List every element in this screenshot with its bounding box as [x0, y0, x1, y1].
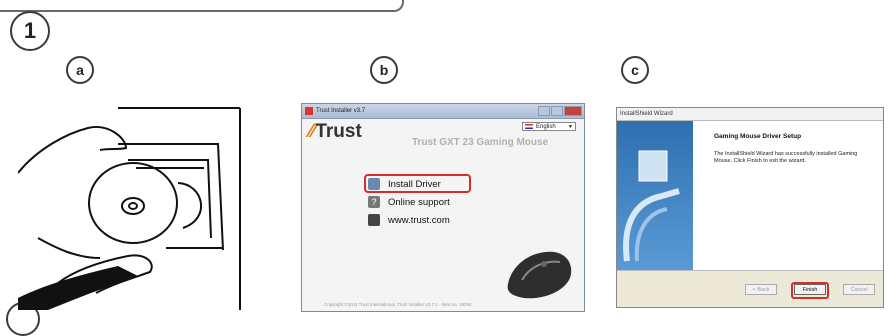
wizard-heading: Gaming Mouse Driver Setup: [714, 133, 802, 140]
wizard-message: The InstallShield Wizard has successfull…: [714, 151, 858, 164]
close-icon[interactable]: [564, 106, 582, 116]
trust-installer-window: Trust Installer v3.7 English ▼ ⁄⁄Trust T…: [301, 103, 585, 312]
window-controls: [538, 106, 582, 116]
insert-cd-illustration: [18, 107, 241, 310]
panel-c-label: c: [621, 56, 649, 84]
wizard-titlebar: InstallShield Wizard: [617, 108, 883, 121]
installer-graphic-icon: [623, 150, 680, 262]
chevron-down-icon: ▼: [568, 123, 573, 130]
language-value: English: [536, 123, 556, 130]
panel-b-label: b: [370, 56, 398, 84]
panel-a-label: a: [66, 56, 94, 84]
website-icon: [368, 214, 380, 226]
copyright-text: Copyright ©2011 Trust International. Tru…: [324, 302, 472, 307]
menu-item-label: Online support: [388, 196, 450, 208]
app-icon: [305, 107, 313, 115]
gaming-mouse-image: [507, 251, 572, 299]
menu-item-label: www.trust.com: [388, 214, 450, 226]
menu-item-online-support[interactable]: ? Online support: [368, 193, 450, 211]
installshield-wizard-window: InstallShield Wizard Gaming Mouse Driver…: [616, 107, 884, 308]
step-number-badge: 1: [10, 11, 50, 51]
maximize-icon[interactable]: [551, 106, 563, 116]
trust-logo: ⁄⁄Trust: [309, 121, 362, 143]
wizard-footer: < Back Finish Cancel: [617, 270, 883, 307]
back-button[interactable]: < Back: [745, 284, 777, 295]
wizard-content: Gaming Mouse Driver Setup The InstallShi…: [693, 121, 883, 271]
product-title: Trust GXT 23 Gaming Mouse: [412, 137, 549, 148]
finish-highlight: [791, 282, 829, 299]
flag-icon: [525, 124, 533, 129]
brand-name: Trust: [315, 121, 362, 142]
installer-title: Trust Installer v3.7: [316, 108, 366, 114]
header-rule: [0, 0, 404, 12]
help-icon: ?: [368, 196, 380, 208]
wizard-side-graphic: [617, 121, 693, 271]
install-driver-highlight: [364, 174, 471, 193]
menu-item-website[interactable]: www.trust.com: [368, 211, 450, 229]
minimize-icon[interactable]: [538, 106, 550, 116]
language-select[interactable]: English ▼: [522, 122, 576, 131]
cancel-button[interactable]: Cancel: [843, 284, 875, 295]
